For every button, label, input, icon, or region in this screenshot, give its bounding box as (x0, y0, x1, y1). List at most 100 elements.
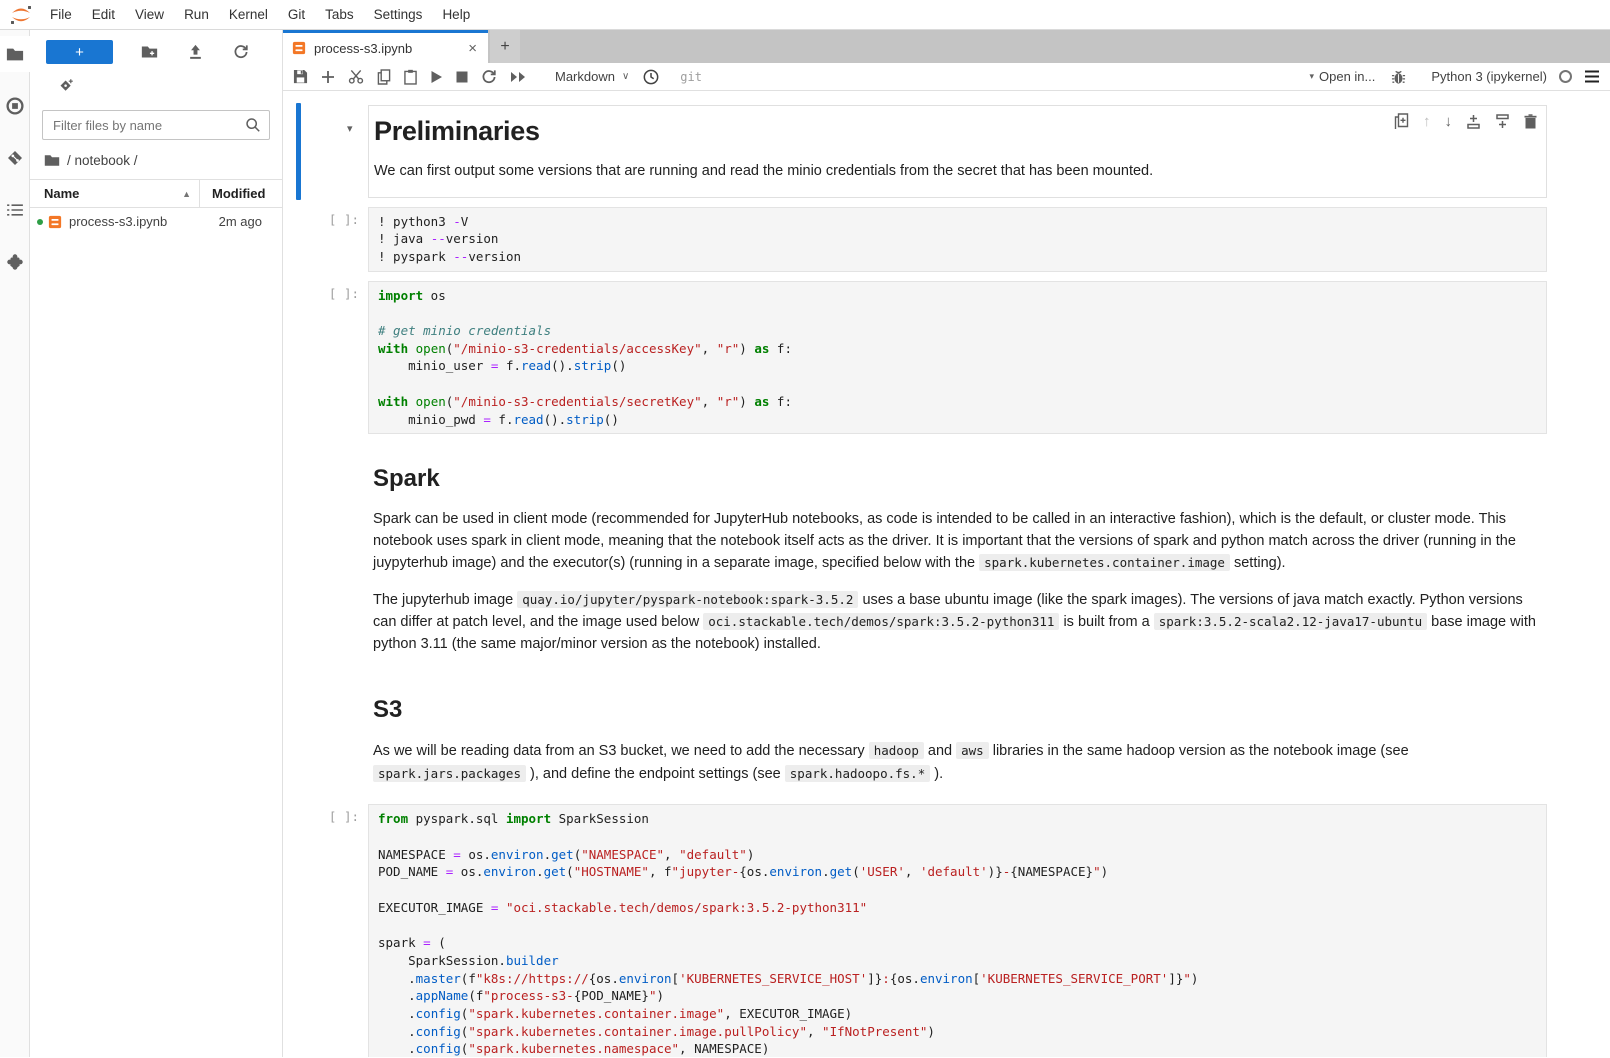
markdown-paragraph: Spark can be used in client mode (recomm… (373, 509, 1539, 575)
inline-code: spark.jars.packages (373, 765, 526, 782)
menu-help[interactable]: Help (432, 7, 480, 22)
upload-button[interactable] (188, 44, 203, 60)
code-line: spark = ( (378, 934, 1537, 952)
app-logo-icon (8, 3, 34, 27)
new-launcher-button[interactable]: + (46, 40, 113, 64)
new-folder-button[interactable] (141, 45, 158, 59)
insert-cell-below-button[interactable] (1495, 114, 1510, 129)
cell-type-value: Markdown (555, 69, 615, 84)
delete-cell-button[interactable] (1524, 114, 1537, 129)
open-in-dropdown[interactable]: ▾ Open in... (1309, 69, 1375, 84)
run-cell-button[interactable] (430, 70, 443, 84)
code-line: ! python3 -V (378, 213, 1537, 231)
sidebar-menu-icon[interactable] (1584, 70, 1600, 83)
code-line: # get minio credentials (378, 322, 1537, 340)
move-cell-down-button[interactable]: ↓ (1445, 113, 1453, 130)
git-clone-row (30, 66, 282, 94)
file-row[interactable]: process-s3.ipynb 2m ago (30, 208, 282, 235)
filter-files-input[interactable] (42, 110, 270, 140)
cut-cells-button[interactable] (348, 69, 364, 84)
debugger-bug-icon[interactable] (1391, 69, 1406, 85)
move-cell-up-button[interactable]: ↑ (1423, 113, 1431, 130)
cell-prompt (283, 105, 368, 198)
sidebar-tab-file-browser[interactable] (0, 36, 29, 72)
cell-markdown-spark[interactable]: Spark Spark can be used in client mode (r… (283, 443, 1610, 665)
sidebar-tab-git[interactable] (0, 140, 29, 176)
menu-tabs[interactable]: Tabs (315, 7, 364, 22)
menu-kernel[interactable]: Kernel (219, 7, 278, 22)
paste-cells-button[interactable] (404, 69, 417, 85)
code-line: .config("spark.kubernetes.container.imag… (378, 1005, 1537, 1023)
rendered-markdown[interactable]: S3As we will be reading data from an S3 … (368, 674, 1547, 795)
duplicate-cell-button[interactable] (1394, 113, 1409, 130)
close-tab-icon[interactable]: × (466, 40, 479, 57)
tab-title: process-s3.ipynb (314, 41, 458, 56)
code-line: .config("spark.kubernetes.namespace", NA… (378, 1040, 1537, 1057)
column-header-modified[interactable]: Modified (199, 180, 282, 207)
sidebar-tab-toc[interactable] (0, 192, 29, 228)
sidebar-tab-extensions[interactable] (0, 244, 29, 280)
running-terminals-icon (6, 97, 24, 115)
tab-process-s3[interactable]: process-s3.ipynb × (283, 30, 488, 63)
cell-prompt (283, 443, 368, 665)
code-line: POD_NAME = os.environ.get("HOSTNAME", f"… (378, 863, 1537, 881)
execution-time-icon[interactable] (643, 69, 659, 85)
insert-cell-above-button[interactable] (1466, 114, 1481, 129)
cell-toolbar: ↑ ↓ (1388, 111, 1543, 132)
cell-code-versions[interactable]: [ ]:! python3 -V! java --version! pyspar… (283, 207, 1610, 272)
code-line: from pyspark.sql import SparkSession (378, 810, 1537, 828)
chevron-down-icon: ▾ (1309, 71, 1314, 82)
file-name: process-s3.ipynb (69, 214, 167, 229)
plus-icon: + (500, 38, 509, 56)
cell-prompt: [ ]: (283, 281, 368, 435)
code-line (378, 828, 1537, 846)
main-area: process-s3.ipynb × + (283, 30, 1610, 1057)
code-line: minio_user = f.read().strip() (378, 357, 1537, 375)
code-line: import os (378, 287, 1537, 305)
tab-bar: process-s3.ipynb × + (283, 30, 1610, 63)
code-line: with open("/minio-s3-credentials/accessK… (378, 340, 1537, 358)
rendered-markdown[interactable]: PreliminariesWe can first output some ve… (368, 105, 1547, 198)
breadcrumb[interactable]: / notebook / (30, 140, 282, 177)
inline-code: spark:3.5.2-scala2.12-java17-ubuntu (1154, 613, 1427, 630)
menu-view[interactable]: View (125, 7, 174, 22)
cell-code-minio-credentials[interactable]: [ ]:import os # get minio credentialswit… (283, 281, 1610, 435)
code-line (378, 916, 1537, 934)
menu-edit[interactable]: Edit (82, 7, 125, 22)
cell-markdown-s3[interactable]: S3As we will be reading data from an S3 … (283, 674, 1610, 795)
column-header-name[interactable]: Name ▲ (30, 180, 199, 207)
code-line (378, 375, 1537, 393)
copy-cells-button[interactable] (377, 69, 391, 85)
restart-run-all-button[interactable] (510, 71, 526, 83)
cell-prompt: [ ]: (283, 207, 368, 272)
sidebar-tab-running[interactable] (0, 88, 29, 124)
cell-code-spark-session[interactable]: [ ]:from pyspark.sql import SparkSession… (283, 804, 1610, 1057)
heading-collapser-icon[interactable]: ▾ (347, 122, 353, 135)
stop-kernel-button[interactable] (456, 71, 468, 83)
insert-cell-button[interactable] (321, 70, 335, 84)
code-line: .master(f"k8s://https://{os.environ['KUB… (378, 970, 1537, 988)
kernel-status-icon[interactable] (1559, 70, 1572, 83)
inline-code: aws (956, 742, 989, 759)
breadcrumb-path: / notebook / (67, 153, 138, 168)
new-tab-button[interactable]: + (490, 30, 520, 63)
refresh-button[interactable] (233, 44, 249, 60)
notebook-scroll-area[interactable]: ↑ ↓ ▾ PreliminariesWe can first output so… (283, 91, 1610, 1057)
save-button[interactable] (293, 69, 308, 84)
git-clone-button[interactable] (58, 78, 282, 94)
menu-run[interactable]: Run (174, 7, 219, 22)
restart-kernel-button[interactable] (481, 69, 497, 85)
kernel-name[interactable]: Python 3 (ipykernel) (1431, 69, 1547, 84)
notebook-file-icon (48, 215, 62, 229)
cell-type-dropdown[interactable]: Markdown ∨ (551, 67, 633, 86)
code-editor[interactable]: from pyspark.sql import SparkSession NAM… (368, 804, 1547, 1057)
markdown-heading: Spark (373, 465, 1539, 493)
code-editor[interactable]: import os # get minio credentialswith op… (368, 281, 1547, 435)
menu-file[interactable]: File (40, 7, 82, 22)
search-icon (245, 117, 261, 133)
rendered-markdown[interactable]: Spark Spark can be used in client mode (r… (368, 443, 1547, 665)
code-line: .appName(f"process-s3-{POD_NAME}") (378, 987, 1537, 1005)
menu-git[interactable]: Git (278, 7, 315, 22)
menu-settings[interactable]: Settings (364, 7, 433, 22)
code-editor[interactable]: ! python3 -V! java --version! pyspark --… (368, 207, 1547, 272)
